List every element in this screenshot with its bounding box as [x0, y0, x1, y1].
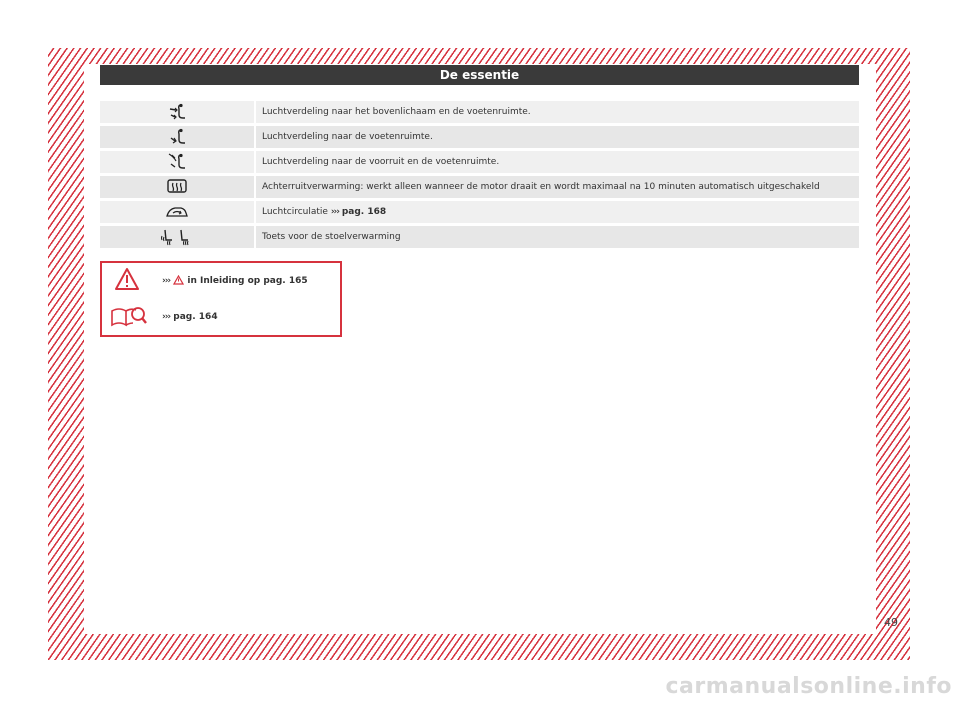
row-text: Luchtcirculatie	[262, 207, 328, 217]
page-reference-link[interactable]: pag. 168	[342, 207, 386, 217]
watermark: carmanualsonline.info	[665, 674, 952, 699]
table-row: Luchtverdeling naar het bovenlichaam en …	[100, 101, 859, 123]
table-row: Luchtverdeling naar de voorruit en de vo…	[100, 151, 859, 173]
section-title: De essentie	[439, 68, 520, 82]
page-number: 49	[884, 616, 898, 629]
row-description: Luchtverdeling naar de voetenruimte.	[262, 132, 433, 142]
row-description: Luchtverdeling naar het bovenlichaam en …	[262, 107, 531, 117]
rear-window-heating-icon	[100, 176, 256, 198]
air-recirculation-icon	[100, 201, 256, 223]
warning-reference: ››› in Inleiding op pag. 165	[162, 275, 308, 286]
book-reference-text[interactable]: pag. 164	[173, 312, 217, 322]
arrow-glyph: ›››	[330, 207, 340, 217]
warning-reference-text[interactable]: in Inleiding op pag. 165	[187, 276, 307, 286]
airflow-body-feet-icon	[100, 101, 256, 123]
controls-table: Luchtverdeling naar het bovenlichaam en …	[100, 101, 859, 251]
row-description: Luchtverdeling naar de voorruit en de vo…	[262, 157, 500, 167]
row-description: Toets voor de stoelverwarming	[262, 232, 401, 242]
arrow-glyph: ›››	[162, 276, 171, 286]
table-row: Luchtcirculatie ››› pag. 168	[100, 201, 859, 223]
section-header: De essentie	[100, 65, 859, 85]
book-reference: ››› pag. 164	[162, 312, 218, 322]
table-row: Luchtverdeling naar de voetenruimte.	[100, 126, 859, 148]
airflow-feet-icon	[100, 126, 256, 148]
seat-heating-icon	[100, 226, 256, 248]
arrow-glyph: ›››	[162, 312, 171, 322]
warning-triangle-icon	[114, 267, 140, 291]
table-row: Achterruitverwarming: werkt alleen wanne…	[100, 176, 859, 198]
row-description: Achterruitverwarming: werkt alleen wanne…	[262, 182, 820, 192]
reference-box: ››› in Inleiding op pag. 165 ››› pag. 16…	[100, 261, 342, 337]
airflow-windshield-feet-icon	[100, 151, 256, 173]
book-magnifier-icon	[110, 305, 148, 329]
small-warning-icon	[173, 275, 185, 285]
row-description: Luchtcirculatie ››› pag. 168	[256, 207, 386, 217]
table-row: Toets voor de stoelverwarming	[100, 226, 859, 248]
